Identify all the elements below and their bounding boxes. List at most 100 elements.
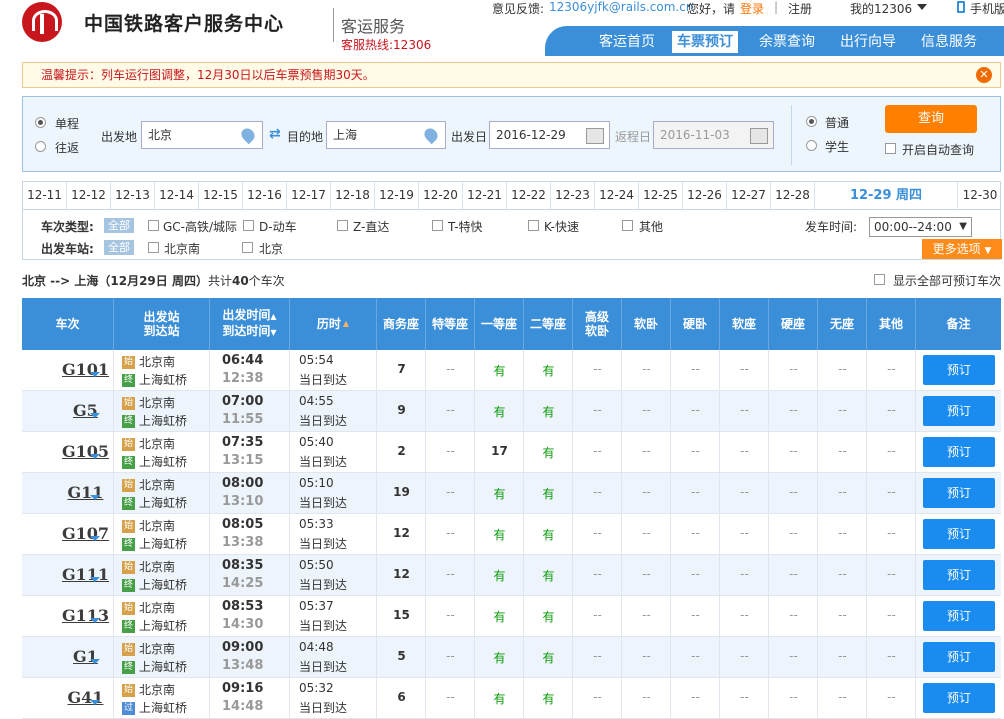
date-tab[interactable]: 12-22 — [507, 182, 551, 209]
train-number-link[interactable]: G105 — [62, 442, 109, 461]
search-button[interactable]: 查询 — [885, 105, 977, 133]
station-all[interactable]: 全部 — [104, 240, 134, 255]
seat-no-seat: -- — [838, 690, 847, 704]
roundtrip-label: 往返 — [55, 141, 80, 155]
date-tab[interactable]: 12-12 — [67, 182, 111, 209]
type-gc-label: GC-高铁/城际 — [163, 220, 238, 234]
date-tab[interactable]: 12-14 — [155, 182, 199, 209]
col-dep-label: 出发时间 — [222, 308, 271, 322]
chevron-down-icon[interactable] — [90, 700, 100, 705]
feedback-email-link[interactable]: 12306yjfk@rails.com.cn — [549, 0, 693, 14]
chevron-down-icon[interactable] — [90, 659, 100, 664]
depart-time-select[interactable]: 00:00--24:00 ▼ — [869, 217, 972, 237]
train-number-link[interactable]: G111 — [62, 565, 109, 584]
student-ticket-radio[interactable] — [806, 140, 817, 151]
arrive-time: 12:38 — [222, 371, 264, 386]
chevron-down-icon[interactable] — [90, 495, 100, 500]
return-date-input[interactable]: 2016-11-03 — [653, 121, 774, 149]
date-tab[interactable]: 12-16 — [243, 182, 287, 209]
nav-booking[interactable]: 车票预订 — [672, 31, 738, 53]
login-link[interactable]: 登录 — [740, 0, 764, 17]
roundtrip-radio[interactable] — [35, 141, 46, 152]
date-tab[interactable]: 12-19 — [375, 182, 419, 209]
train-number-link[interactable]: G113 — [62, 606, 109, 625]
book-button[interactable]: 预订 — [923, 437, 995, 467]
nav-home[interactable]: 客运首页 — [593, 31, 661, 53]
date-tab[interactable]: 12-15 — [199, 182, 243, 209]
chevron-down-icon[interactable] — [90, 372, 100, 377]
train-number-link[interactable]: G101 — [62, 360, 109, 379]
mobile-link[interactable]: 手机版 — [970, 0, 1004, 17]
from-station: 始北京南 — [122, 599, 175, 616]
checkbox-other[interactable] — [622, 220, 633, 231]
railway-logo-icon[interactable] — [22, 2, 62, 42]
show-all-checkbox[interactable] — [874, 274, 885, 285]
col-hard-seat: 硬座 — [769, 298, 818, 350]
date-tab[interactable]: 12-17 — [287, 182, 331, 209]
start-station-icon: 始 — [122, 438, 135, 451]
date-tab[interactable]: 12-30 — [958, 182, 1002, 209]
nav-info-service[interactable]: 信息服务 — [913, 31, 985, 53]
col-duration[interactable]: 历时 ▲ — [290, 298, 377, 350]
train-type-all[interactable]: 全部 — [104, 218, 134, 233]
checkbox-beijing[interactable] — [242, 242, 253, 253]
col-high-soft-sleeper-label: 高级 软卧 — [585, 310, 609, 338]
depart-date-input[interactable]: 2016-12-29 — [489, 121, 610, 149]
date-tab[interactable]: 12-24 — [595, 182, 639, 209]
checkbox-beijingnan[interactable] — [148, 242, 159, 253]
from-station-input[interactable]: 北京 — [141, 121, 263, 149]
date-tab[interactable]: 12-26 — [683, 182, 727, 209]
to-station-input[interactable]: 上海 — [326, 121, 446, 149]
seat-second: 有 — [542, 405, 555, 419]
oneway-radio[interactable] — [35, 117, 46, 128]
checkbox-k[interactable] — [528, 220, 539, 231]
mobile-icon — [957, 1, 965, 13]
nav-travel-guide[interactable]: 出行向导 — [832, 31, 904, 53]
calendar-icon[interactable] — [750, 128, 768, 144]
date-tab[interactable]: 12-11 — [23, 182, 67, 209]
auto-query-checkbox[interactable] — [885, 143, 896, 154]
chevron-down-icon[interactable] — [90, 413, 100, 418]
book-button[interactable]: 预订 — [923, 355, 995, 385]
register-link[interactable]: 注册 — [788, 0, 812, 17]
chevron-down-icon[interactable] — [90, 577, 100, 582]
nav-ticket-query[interactable]: 余票查询 — [751, 31, 823, 53]
book-button[interactable]: 预订 — [923, 601, 995, 631]
seat-hard-seat: -- — [789, 690, 798, 704]
col-times[interactable]: 出发时间▲ 到达时间▼ — [210, 298, 290, 350]
checkbox-t[interactable] — [432, 220, 443, 231]
col-hard-sleeper-label: 硬卧 — [682, 317, 707, 331]
swap-stations-icon[interactable]: ⇄ — [269, 127, 285, 141]
date-tab[interactable]: 12-23 — [551, 182, 595, 209]
close-icon[interactable]: ✕ — [976, 67, 992, 83]
book-button[interactable]: 预订 — [923, 642, 995, 672]
normal-ticket-radio[interactable] — [806, 116, 817, 127]
date-tab[interactable]: 12-29 周四 — [815, 182, 958, 209]
date-tab[interactable]: 12-25 — [639, 182, 683, 209]
date-tab[interactable]: 12-13 — [111, 182, 155, 209]
checkbox-d[interactable] — [243, 220, 254, 231]
book-button[interactable]: 预订 — [923, 478, 995, 508]
chevron-down-icon[interactable] — [917, 4, 927, 10]
book-button[interactable]: 预订 — [923, 519, 995, 549]
calendar-icon[interactable] — [586, 128, 604, 144]
date-tab[interactable]: 12-21 — [463, 182, 507, 209]
my12306-menu[interactable]: 我的12306 — [850, 0, 912, 17]
book-button[interactable]: 预订 — [923, 396, 995, 426]
checkbox-gc[interactable] — [148, 220, 159, 231]
date-tab[interactable]: 12-18 — [331, 182, 375, 209]
more-options-button[interactable]: 更多选项 ▼ — [922, 239, 1002, 259]
chevron-down-icon[interactable] — [90, 536, 100, 541]
checkbox-z[interactable] — [337, 220, 348, 231]
book-button[interactable]: 预订 — [923, 683, 995, 713]
arrival-note: 当日到达 — [299, 537, 348, 551]
date-tab[interactable]: 12-27 — [727, 182, 771, 209]
date-tab[interactable]: 12-28 — [771, 182, 815, 209]
seat-soft-seat: -- — [740, 567, 749, 581]
to-station: 终上海虹桥 — [122, 371, 187, 388]
date-tab[interactable]: 12-20 — [419, 182, 463, 209]
chevron-down-icon[interactable] — [90, 454, 100, 459]
train-number-link[interactable]: G107 — [62, 524, 109, 543]
chevron-down-icon[interactable] — [90, 618, 100, 623]
book-button[interactable]: 预订 — [923, 560, 995, 590]
